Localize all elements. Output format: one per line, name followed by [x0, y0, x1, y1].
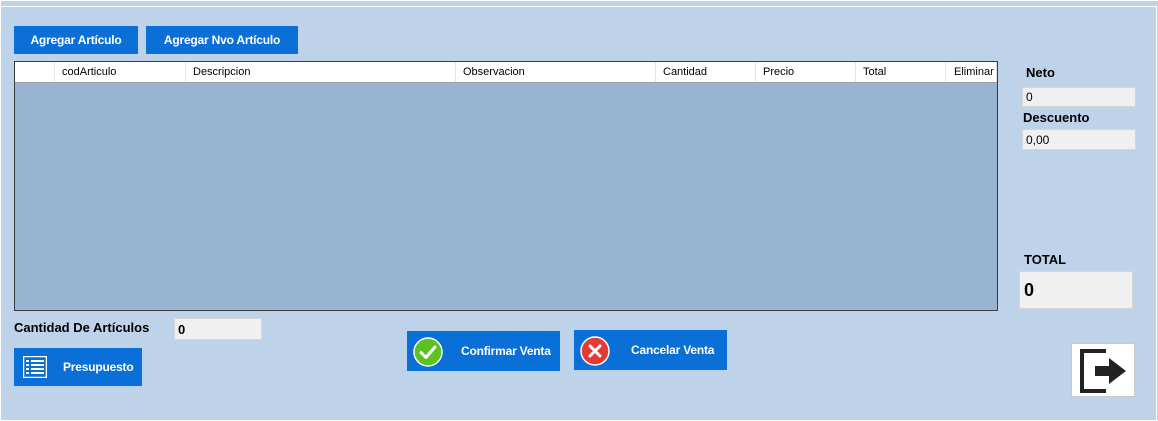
grid-col-cantidad[interactable]: Cantidad	[656, 62, 756, 82]
add-article-button[interactable]: Agregar Artículo	[14, 26, 138, 54]
cantidad-articulos-label: Cantidad De Artículos	[14, 320, 150, 335]
descuento-label: Descuento	[1023, 110, 1090, 125]
top-divider	[1, 6, 1157, 7]
list-icon	[22, 355, 48, 379]
neto-label: Neto	[1026, 65, 1055, 80]
cancelar-venta-button[interactable]: Cancelar Venta	[574, 330, 727, 370]
add-new-article-button[interactable]: Agregar Nvo Artículo	[146, 26, 298, 54]
grid-col-codarticulo[interactable]: codArticulo	[55, 62, 186, 82]
presupuesto-label: Presupuesto	[63, 360, 134, 374]
grid-col-descripcion[interactable]: Descripcion	[186, 62, 456, 82]
grid-col-selector[interactable]	[15, 62, 55, 82]
cancelar-venta-label: Cancelar Venta	[631, 343, 715, 357]
grid-header: codArticulo Descripcion Observacion Cant…	[15, 62, 997, 83]
grid-col-observacion[interactable]: Observacion	[456, 62, 656, 82]
confirmar-venta-label: Confirmar Venta	[461, 344, 551, 358]
close-icon	[580, 336, 610, 369]
exit-icon	[1076, 347, 1132, 400]
articles-grid[interactable]: codArticulo Descripcion Observacion Cant…	[14, 61, 998, 311]
descuento-field[interactable]: 0,00	[1022, 129, 1136, 150]
grid-col-total[interactable]: Total	[856, 62, 946, 82]
sales-form: Agregar Artículo Agregar Nvo Artículo co…	[0, 0, 1158, 421]
neto-field[interactable]: 0	[1022, 87, 1136, 107]
check-icon	[413, 337, 443, 370]
grid-col-precio[interactable]: Precio	[756, 62, 856, 82]
confirmar-venta-button[interactable]: Confirmar Venta	[407, 331, 560, 371]
exit-button[interactable]	[1071, 343, 1135, 397]
right-divider	[1156, 7, 1157, 421]
total-field: 0	[1019, 271, 1133, 309]
grid-col-eliminar[interactable]: Eliminar	[946, 62, 997, 82]
total-label: TOTAL	[1024, 252, 1067, 267]
cantidad-articulos-field[interactable]: 0	[174, 318, 262, 340]
presupuesto-button[interactable]: Presupuesto	[14, 348, 142, 386]
